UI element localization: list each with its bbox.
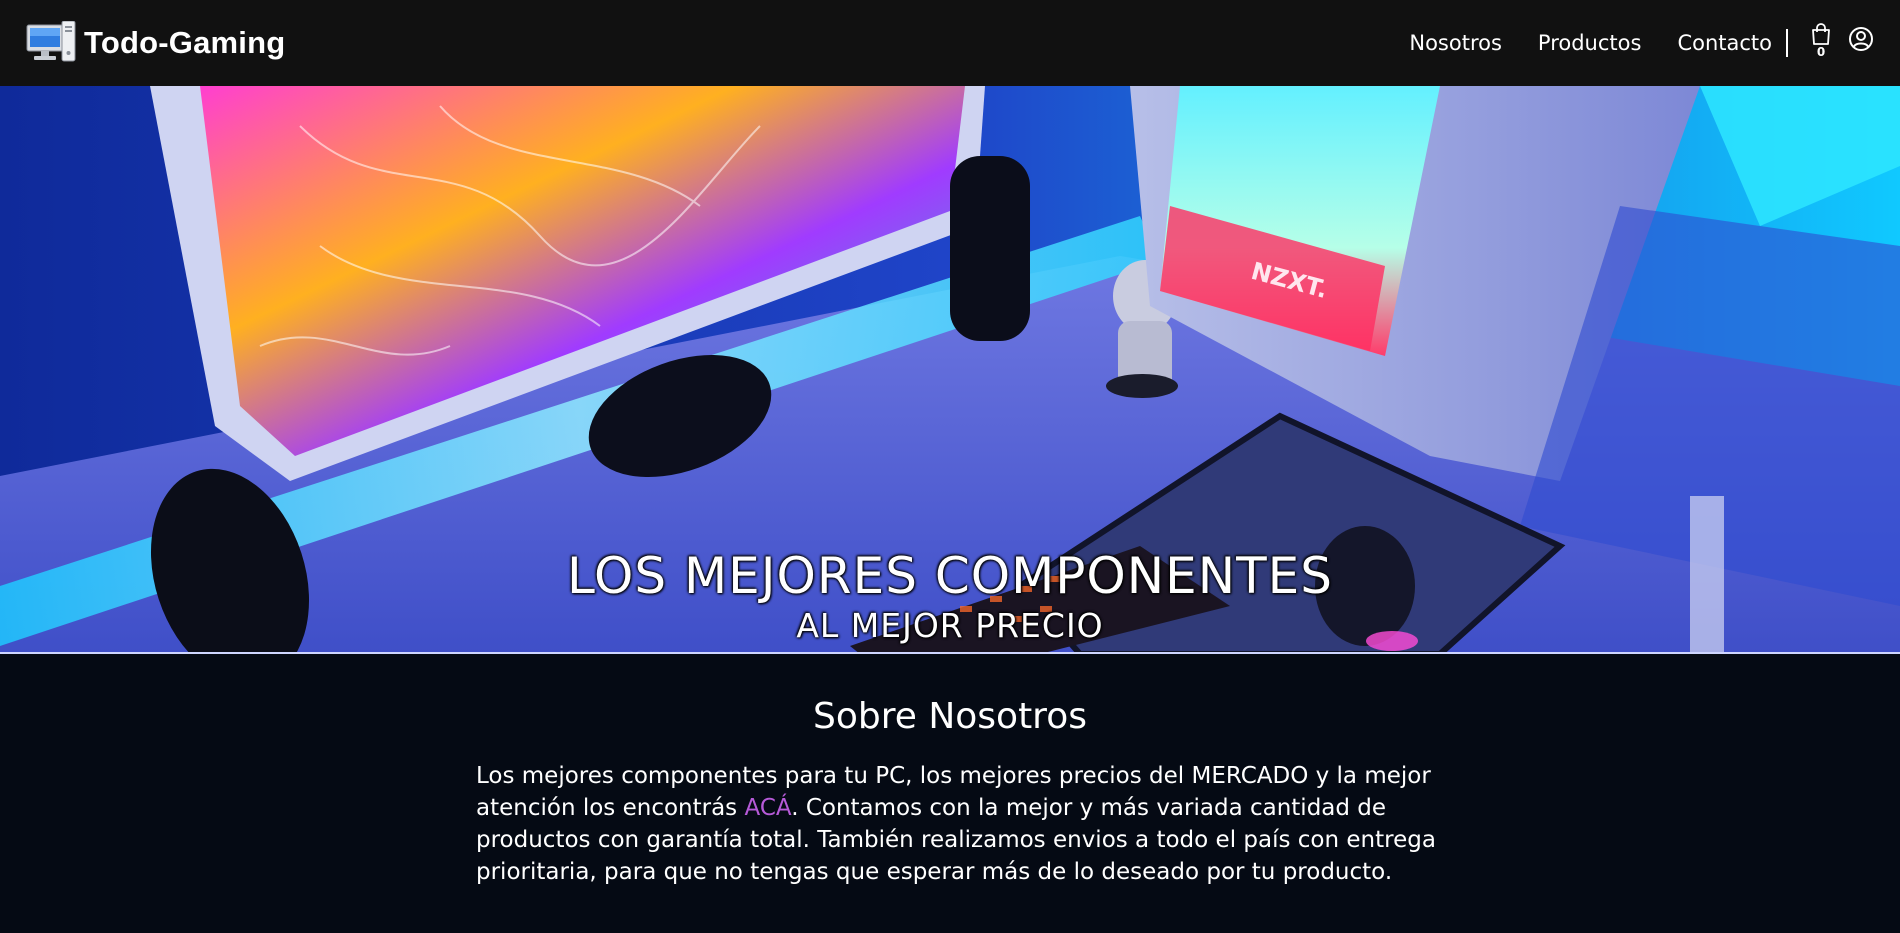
about-title: Sobre Nosotros [813,696,1087,737]
shopping-bag-icon [1812,23,1830,45]
hero-banner: NZXT. LOS MEJORES COMPONENTES AL MEJOR P… [0,86,1900,654]
user-circle-icon[interactable] [1848,26,1874,52]
nav-link-nosotros[interactable]: Nosotros [1409,31,1502,55]
navbar: Todo-Gaming Nosotros Productos Contacto … [0,0,1900,86]
cart-button[interactable]: 0 [1810,23,1832,63]
nav-link-contacto[interactable]: Contacto [1677,31,1772,55]
about-section: Sobre Nosotros Los mejores componentes p… [0,656,1900,933]
brand-name: Todo-Gaming [84,25,286,60]
computer-icon [26,21,76,62]
main-nav: Nosotros Productos Contacto 0 [1373,0,1874,86]
hero-title: LOS MEJORES COMPONENTES [566,547,1334,605]
nav-link-productos[interactable]: Productos [1538,31,1642,55]
brand[interactable]: Todo-Gaming [26,21,285,65]
nav-divider [1786,29,1788,57]
about-link-aca[interactable]: ACÁ [744,795,791,821]
hero-subtitle: AL MEJOR PRECIO [796,606,1104,645]
about-paragraph: Los mejores componentes para tu PC, los … [476,760,1436,888]
cart-count-badge: 0 [1816,45,1826,59]
